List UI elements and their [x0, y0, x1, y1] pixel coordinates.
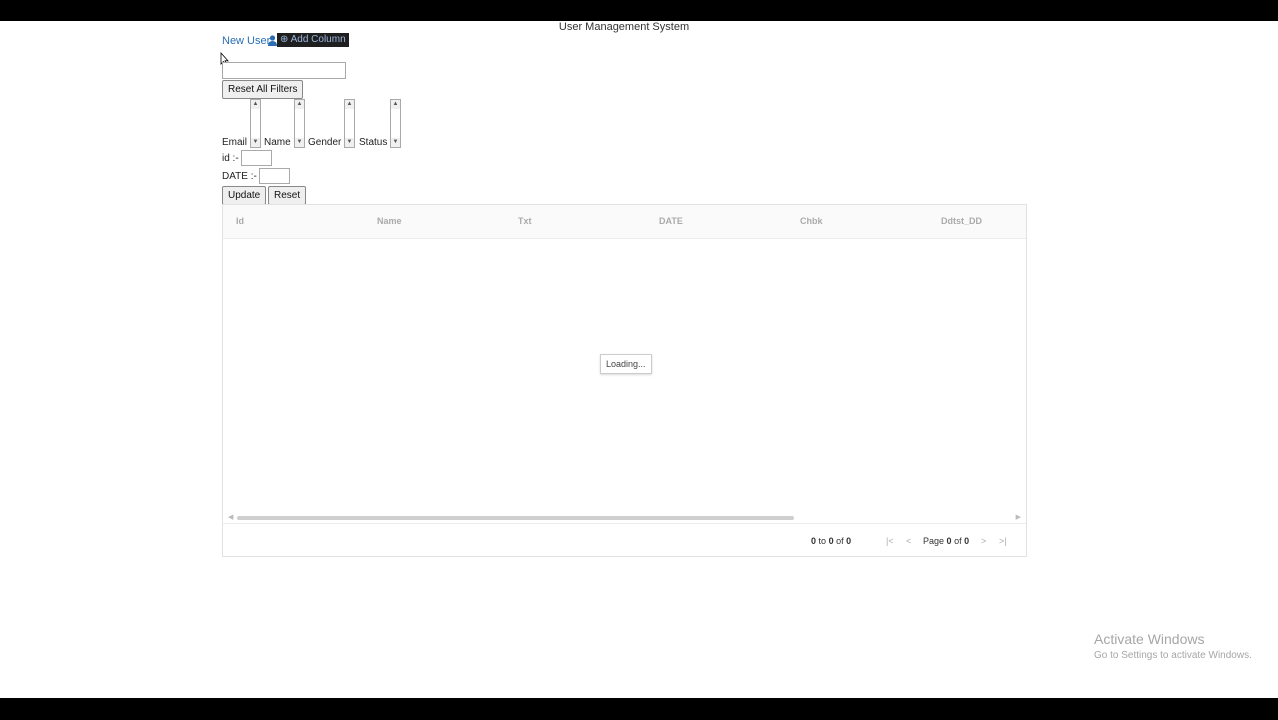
page-of-word: of: [954, 536, 962, 546]
activate-windows-subtitle: Go to Settings to activate Windows.: [1094, 650, 1252, 661]
scroll-left-icon[interactable]: ◀: [228, 513, 233, 521]
grid-header: Id Name Txt DATE Chbk Ddtst_DD: [223, 205, 1026, 239]
status-filter-select[interactable]: ▲ ▼: [390, 99, 401, 148]
column-header-name[interactable]: Name: [377, 216, 402, 226]
activate-windows-title: Activate Windows: [1094, 631, 1205, 647]
email-filter-label: Email: [222, 137, 248, 148]
gender-filter-label: Gender: [308, 137, 342, 148]
total-pages: 0: [964, 536, 970, 546]
search-input[interactable]: [222, 62, 346, 79]
column-header-date[interactable]: DATE: [659, 216, 683, 226]
column-header-chbk[interactable]: Chbk: [800, 216, 823, 226]
current-page: 0: [946, 536, 952, 546]
previous-page-icon[interactable]: <: [906, 536, 911, 546]
date-input[interactable]: [259, 168, 290, 184]
add-column-link[interactable]: ⊕ Add Column: [277, 33, 349, 47]
reset-button[interactable]: Reset: [268, 186, 307, 205]
to-word: to: [818, 536, 827, 546]
scroll-up-icon[interactable]: ▲: [295, 100, 304, 109]
scroll-down-icon[interactable]: ▼: [391, 138, 400, 147]
page-summary: Page 0 of 0: [923, 536, 969, 546]
data-grid: Id Name Txt DATE Chbk Ddtst_DD Loading..…: [222, 204, 1027, 557]
name-filter-label: Name: [264, 137, 291, 148]
scroll-down-icon[interactable]: ▼: [251, 138, 260, 147]
page-word: Page: [923, 536, 945, 546]
id-input[interactable]: [241, 150, 272, 166]
email-filter-select[interactable]: ▲ ▼: [250, 99, 261, 148]
loading-overlay: Loading...: [600, 354, 652, 374]
scroll-up-icon[interactable]: ▲: [391, 100, 400, 109]
page-title: User Management System: [558, 21, 690, 33]
horizontal-scrollbar[interactable]: ◀ ▶: [228, 513, 1021, 521]
pagination-bar: 0 to 0 of 0 |< < Page 0 of 0 > >|: [223, 523, 1026, 557]
status-filter-label: Status: [359, 137, 388, 148]
column-header-txt[interactable]: Txt: [518, 216, 532, 226]
id-label: id :-: [222, 153, 239, 164]
of-word: of: [836, 536, 844, 546]
reset-all-filters-button[interactable]: Reset All Filters: [222, 80, 304, 99]
update-button[interactable]: Update: [222, 186, 267, 205]
scroll-right-icon[interactable]: ▶: [1016, 513, 1021, 521]
gender-filter-select[interactable]: ▲ ▼: [344, 99, 355, 148]
next-page-icon[interactable]: >: [981, 536, 986, 546]
browser-viewport: User Management System New User ⊕ Add Co…: [0, 21, 1278, 698]
new-user-link[interactable]: New User: [222, 35, 270, 47]
scroll-down-icon[interactable]: ▼: [345, 138, 354, 147]
column-header-ddtst-dd[interactable]: Ddtst_DD: [941, 216, 982, 226]
date-label: DATE :-: [222, 171, 257, 182]
row-summary: 0 to 0 of 0: [811, 536, 851, 546]
scroll-down-icon[interactable]: ▼: [295, 138, 304, 147]
row-to: 0: [828, 536, 834, 546]
last-page-icon[interactable]: >|: [999, 536, 1007, 546]
row-from: 0: [811, 536, 817, 546]
scroll-up-icon[interactable]: ▲: [251, 100, 260, 109]
name-filter-select[interactable]: ▲ ▼: [294, 99, 305, 148]
user-icon: [268, 35, 277, 46]
scrollbar-thumb[interactable]: [237, 516, 794, 520]
row-total: 0: [846, 536, 852, 546]
scroll-up-icon[interactable]: ▲: [345, 100, 354, 109]
first-page-icon[interactable]: |<: [886, 536, 894, 546]
column-header-id[interactable]: Id: [236, 216, 244, 226]
